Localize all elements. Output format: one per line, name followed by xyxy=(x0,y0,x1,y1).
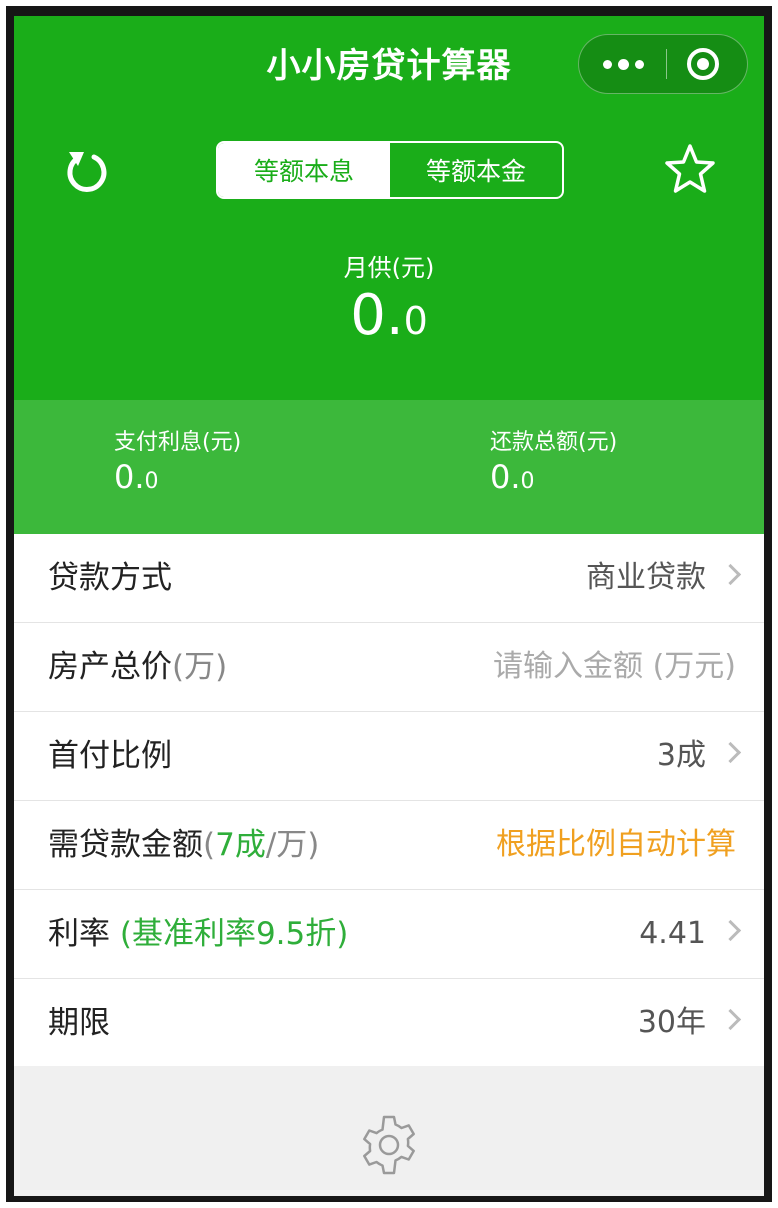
rate-value: 4.41 xyxy=(639,916,706,951)
loan-type-row[interactable]: 贷款方式 商业贷款 xyxy=(14,534,764,623)
price-label-text: 房产总价 xyxy=(48,649,172,685)
monthly-payment-label: 月供(元) xyxy=(343,254,435,282)
term-label: 期限 xyxy=(48,1005,110,1041)
miniprogram-capsule xyxy=(578,34,748,94)
down-payment-row[interactable]: 首付比例 3成 xyxy=(14,712,764,801)
chevron-right-icon xyxy=(719,1008,742,1031)
price-label: 房产总价(万) xyxy=(48,623,227,711)
star-icon[interactable] xyxy=(662,142,718,198)
loan-amount-label-text: 需贷款金额 xyxy=(48,827,203,863)
loan-amount-paren: ( xyxy=(203,827,216,863)
total-int: 0. xyxy=(490,458,521,496)
rate-label-text: 利率 xyxy=(48,916,110,952)
term-value: 30年 xyxy=(637,1005,706,1040)
capsule-divider xyxy=(666,49,667,79)
target-icon[interactable] xyxy=(687,48,719,80)
rate-note: (基准利率9.5折) xyxy=(119,916,349,952)
total-dec: 0 xyxy=(520,469,535,494)
loan-type-label: 贷款方式 xyxy=(48,560,172,596)
down-payment-label: 首付比例 xyxy=(48,738,172,774)
total-value: 0.0 xyxy=(490,458,535,496)
loan-form: 贷款方式 商业贷款 房产总价(万) 请输入金额 (万元) 首付比例 3成 需贷款… xyxy=(14,534,764,1068)
interest-label: 支付利息(元) xyxy=(114,430,242,455)
down-payment-value: 3成 xyxy=(656,738,706,773)
price-unit: (万) xyxy=(172,649,228,685)
gear-icon[interactable] xyxy=(357,1113,421,1177)
loan-amount-label: 需贷款金额(7成/万) xyxy=(48,801,319,889)
chevron-right-icon xyxy=(719,563,742,586)
tab-equal-principal[interactable]: 等额本金 xyxy=(390,143,562,197)
tab-equal-installment[interactable]: 等额本息 xyxy=(218,143,390,197)
loan-type-value: 商业贷款 xyxy=(586,560,706,595)
monthly-int: 0. xyxy=(350,283,404,348)
header-panel: 小小房贷计算器 等额本息 等额本金 月供(元) 0.0 xyxy=(14,16,764,400)
summary-panel: 支付利息(元) 0.0 还款总额(元) 0.0 xyxy=(14,400,764,534)
interest-dec: 0 xyxy=(144,469,159,494)
footer-bar xyxy=(14,1066,764,1196)
term-row[interactable]: 期限 30年 xyxy=(14,979,764,1068)
rate-row[interactable]: 利率 (基准利率9.5折) 4.41 xyxy=(14,890,764,979)
monthly-dec: 0 xyxy=(403,299,428,343)
repayment-mode-switch: 等额本息 等额本金 xyxy=(216,141,564,199)
interest-int: 0. xyxy=(114,458,145,496)
loan-amount-value: 根据比例自动计算 xyxy=(496,827,736,862)
total-label: 还款总额(元) xyxy=(490,430,618,455)
loan-amount-unit: /万) xyxy=(265,827,320,863)
chevron-right-icon xyxy=(719,741,742,764)
loan-amount-row: 需贷款金额(7成/万) 根据比例自动计算 xyxy=(14,801,764,890)
device-frame: 小小房贷计算器 等额本息 等额本金 月供(元) 0.0 支付利息(元) 0.0 … xyxy=(6,6,772,1202)
reset-icon[interactable] xyxy=(60,146,112,198)
loan-amount-ratio: 7成 xyxy=(215,827,266,863)
price-input[interactable]: 请输入金额 (万元) xyxy=(493,623,736,711)
app-screen: 小小房贷计算器 等额本息 等额本金 月供(元) 0.0 支付利息(元) 0.0 … xyxy=(14,16,764,1196)
chevron-right-icon xyxy=(719,919,742,942)
interest-value: 0.0 xyxy=(114,458,159,496)
price-row: 房产总价(万) 请输入金额 (万元) xyxy=(14,623,764,712)
more-icon[interactable] xyxy=(579,35,667,93)
monthly-payment-value: 0.0 xyxy=(14,284,764,353)
rate-label: 利率 (基准利率9.5折) xyxy=(48,890,348,978)
